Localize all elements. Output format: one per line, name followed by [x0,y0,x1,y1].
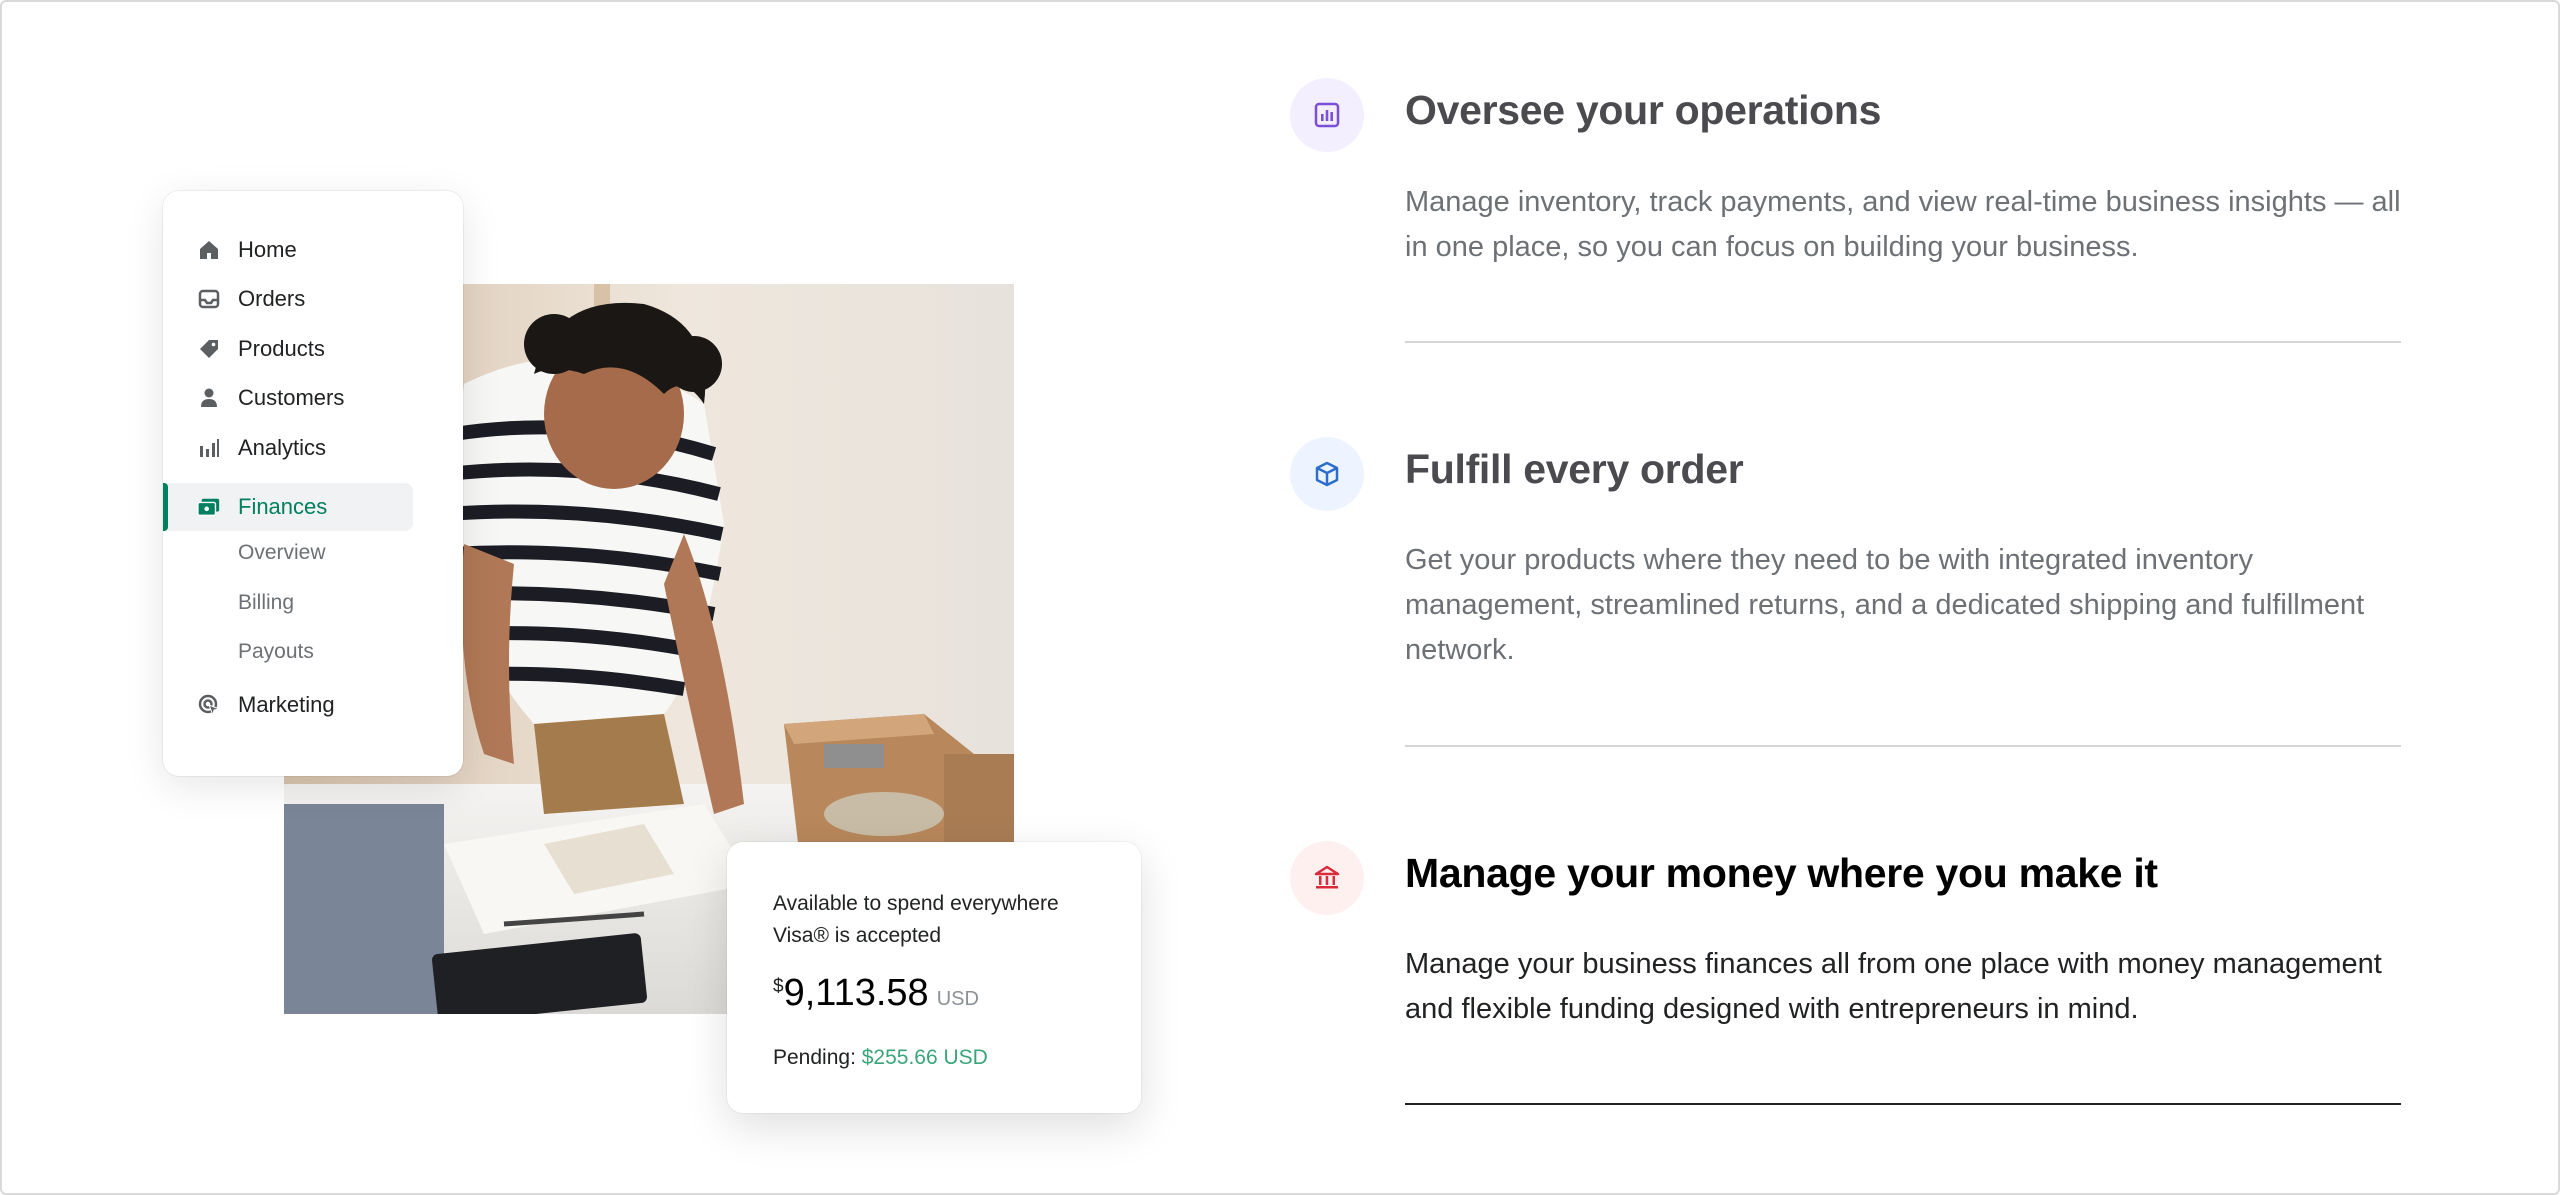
balance-card: Available to spend everywhere Visa® is a… [727,842,1141,1113]
feature-description-fulfillment: Get your products where they need to be … [1405,544,2365,666]
sidebar-item-orders[interactable]: Orders [163,275,413,323]
sidebar-item-marketing[interactable]: Marketing [163,681,413,729]
feature-title-fulfillment[interactable]: Fulfill every order [1405,446,1744,493]
sidebar-item-home[interactable]: Home [163,226,413,274]
feature-title-money[interactable]: Manage your money where you make it [1405,850,2158,897]
finances-icon [197,495,221,519]
inbox-icon [197,287,221,311]
sidebar-item-analytics[interactable]: Analytics [163,424,413,472]
sidebar-item-label: Products [238,336,325,361]
sidebar-item-label: Customers [238,385,345,410]
sidebar-subitem-payouts[interactable]: Payouts [238,640,314,664]
pending-label: Pending: [773,1046,856,1069]
sidebar-item-label: Analytics [238,435,327,460]
feature-title-operations[interactable]: Oversee your operations [1405,87,1881,134]
balance-currency: USD [936,988,979,1010]
currency-symbol: $ [773,976,784,997]
analytics-icon [1290,78,1364,152]
feature-divider [1405,745,2401,747]
sidebar-item-label: Finances [238,494,328,519]
sidebar-item-label: Marketing [238,692,335,717]
bar-chart-icon [197,436,221,460]
pending-balance: Pending: $255.66 USD [773,1046,988,1070]
admin-sidebar: Home Orders Products Customers Analytics… [163,191,463,776]
feature-description-money: Manage your business finances all from o… [1405,948,2382,1025]
target-icon [197,693,221,717]
feature-description-operations: Manage inventory, track payments, and vi… [1405,186,2401,263]
tag-icon [197,337,221,361]
balance-value: 9,113.58 [783,972,929,1014]
bank-icon [1290,841,1364,915]
sidebar-item-finances[interactable]: Finances [163,483,413,531]
person-icon [197,386,221,410]
sidebar-item-products[interactable]: Products [163,325,413,373]
balance-availability-text: Available to spend everywhere Visa® is a… [773,892,1059,947]
feature-divider [1405,341,2401,343]
sidebar-subitem-billing[interactable]: Billing [238,591,294,615]
sidebar-item-label: Home [238,237,297,262]
home-icon [197,238,221,262]
sidebar-subitem-overview[interactable]: Overview [238,541,326,565]
sidebar-item-label: Orders [238,286,306,311]
package-icon [1290,437,1364,511]
sidebar-item-customers[interactable]: Customers [163,374,413,422]
feature-divider-active [1405,1103,2401,1105]
balance-amount: $9,113.58 USD [773,972,979,1015]
pending-value: $255.66 USD [861,1046,988,1069]
